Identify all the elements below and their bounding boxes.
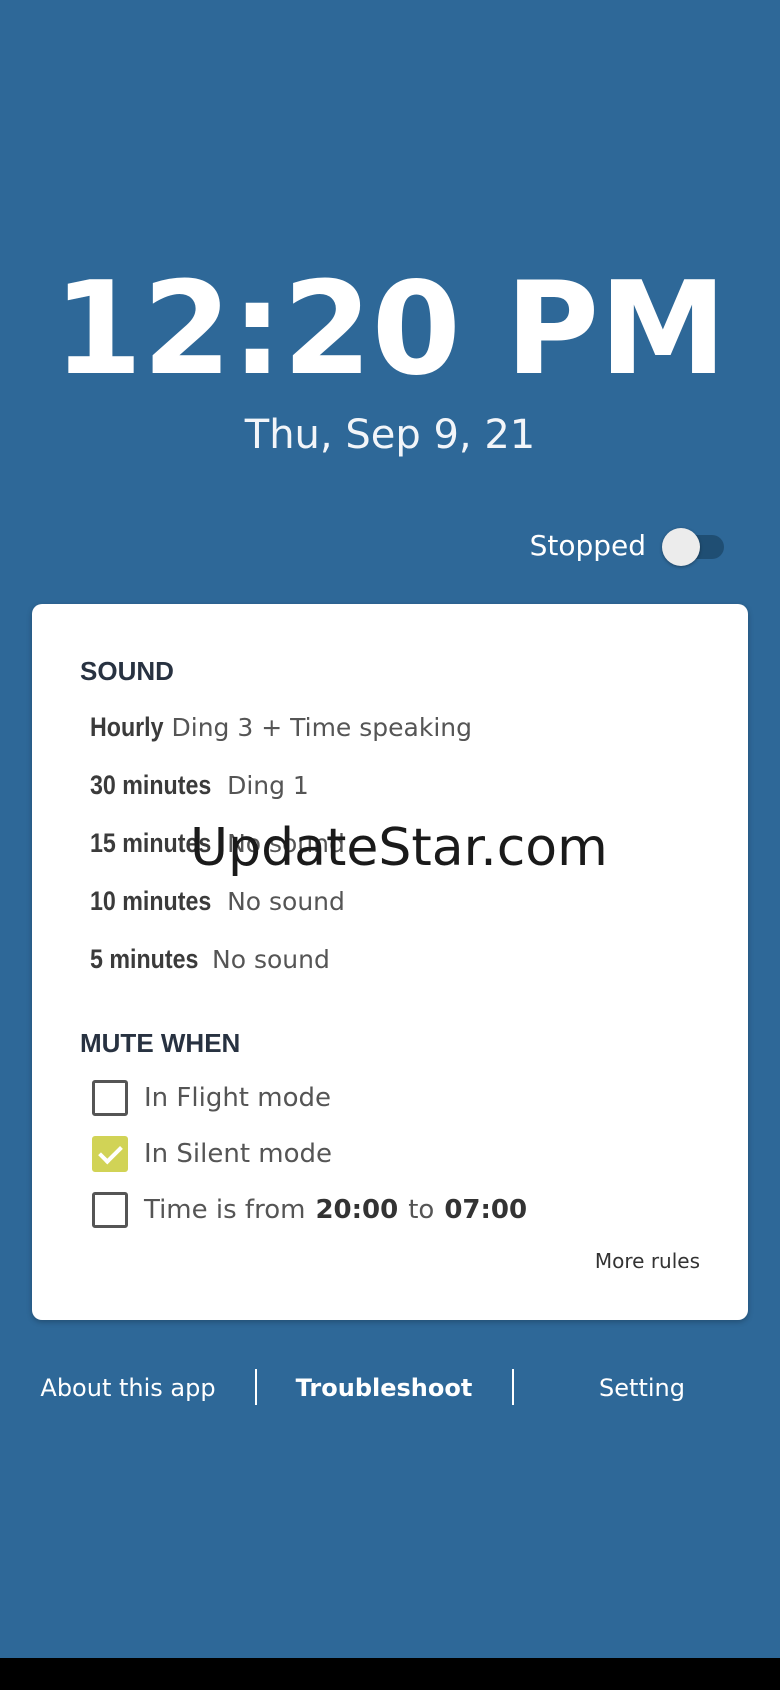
mute-time-range-row[interactable]: Time is from 20:00 to 07:00 xyxy=(92,1192,527,1228)
sound-row-key: 10 minutes xyxy=(90,886,212,916)
sound-row-10-minutes[interactable]: 10 minutes No sound xyxy=(90,886,345,917)
about-app-link[interactable]: About this app xyxy=(0,1365,256,1411)
mute-flight-mode-row[interactable]: In Flight mode xyxy=(92,1080,331,1116)
sound-row-5-minutes[interactable]: 5 minutes No sound xyxy=(90,944,330,975)
sound-row-value: No sound xyxy=(212,945,330,974)
more-rules-link[interactable]: More rules xyxy=(595,1249,700,1273)
time-to-value[interactable]: 07:00 xyxy=(444,1195,527,1225)
silent-mode-label: In Silent mode xyxy=(144,1139,333,1169)
status-row: Stopped xyxy=(529,525,726,566)
footer-links: About this app Troubleshoot Setting xyxy=(0,1365,780,1411)
time-from-value[interactable]: 20:00 xyxy=(315,1195,398,1225)
flight-mode-label: In Flight mode xyxy=(144,1083,331,1113)
status-label: Stopped xyxy=(529,528,646,562)
sound-row-key: 5 minutes xyxy=(90,944,199,974)
sound-row-hourly[interactable]: Hourly Ding 3 + Time speaking xyxy=(90,712,472,743)
time-range-connector: to xyxy=(408,1195,435,1225)
troubleshoot-link[interactable]: Troubleshoot xyxy=(256,1365,512,1411)
mute-silent-mode-row[interactable]: In Silent mode xyxy=(92,1136,332,1172)
flight-mode-checkbox[interactable] xyxy=(92,1080,128,1116)
silent-mode-checkbox[interactable] xyxy=(92,1136,128,1172)
sound-row-value: Ding 1 xyxy=(227,771,309,800)
sound-row-value: No sound xyxy=(227,887,345,916)
toggle-thumb xyxy=(662,528,700,566)
watermark-text: UpdateStar.com xyxy=(190,818,608,878)
setting-link[interactable]: Setting xyxy=(514,1365,770,1411)
time-range-checkbox[interactable] xyxy=(92,1192,128,1228)
time-range-prefix: Time is from xyxy=(144,1195,306,1225)
sound-row-key: 30 minutes xyxy=(90,770,212,800)
sound-section-title: SOUND xyxy=(80,656,174,686)
sound-row-value: Ding 3 + Time speaking xyxy=(171,713,472,742)
sound-row-key: Hourly xyxy=(90,712,164,742)
clock-time: 12:20 PM xyxy=(53,255,727,404)
system-nav-bar xyxy=(0,1658,780,1690)
mute-section-title: MUTE WHEN xyxy=(80,1028,241,1058)
start-stop-toggle[interactable] xyxy=(662,525,726,566)
sound-row-30-minutes[interactable]: 30 minutes Ding 1 xyxy=(90,770,309,801)
settings-card: SOUND Hourly Ding 3 + Time speaking 30 mi… xyxy=(32,604,748,1320)
clock-date: Thu, Sep 9, 21 xyxy=(244,412,536,458)
